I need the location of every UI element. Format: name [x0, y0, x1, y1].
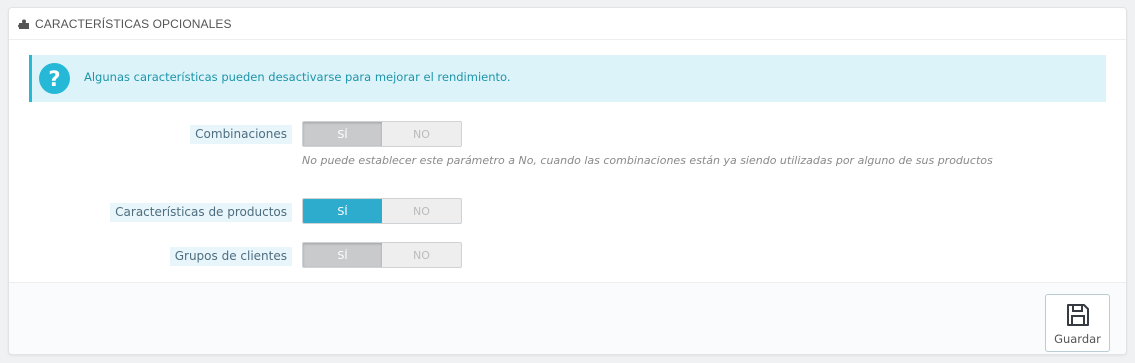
- toggle-customer-groups[interactable]: SÍ NO: [302, 242, 462, 268]
- question-icon: ?: [39, 63, 70, 94]
- toggle-product-features[interactable]: SÍ NO: [302, 198, 462, 224]
- panel-title: CARACTERÍSTICAS OPCIONALES: [35, 16, 232, 31]
- option-label-customer-groups: Grupos de clientes: [169, 247, 292, 266]
- info-alert: ? Algunas características pueden desacti…: [29, 55, 1106, 102]
- panel-footer: Guardar: [9, 282, 1126, 354]
- toggle-product-features-yes[interactable]: SÍ: [303, 199, 382, 223]
- save-button-label: Guardar: [1054, 332, 1101, 346]
- optional-features-panel: CARACTERÍSTICAS OPCIONALES ? Algunas car…: [8, 7, 1127, 355]
- puzzle-icon: [18, 18, 30, 30]
- toggle-combinations[interactable]: SÍ NO: [302, 121, 462, 147]
- toggle-customer-groups-no[interactable]: NO: [382, 243, 461, 267]
- toggle-combinations-no[interactable]: NO: [382, 122, 461, 146]
- save-icon: [1065, 302, 1091, 328]
- combinations-help-text: No puede establecer este parámetro a No,…: [302, 154, 993, 167]
- toggle-customer-groups-yes[interactable]: SÍ: [303, 243, 382, 267]
- toggle-product-features-no[interactable]: NO: [382, 199, 461, 223]
- toggle-combinations-yes[interactable]: SÍ: [303, 122, 382, 146]
- option-label-product-features: Características de productos: [110, 203, 292, 222]
- option-label-combinations: Combinaciones: [190, 125, 292, 144]
- panel-heading: CARACTERÍSTICAS OPCIONALES: [9, 8, 1126, 40]
- save-button[interactable]: Guardar: [1045, 294, 1110, 352]
- alert-message: Algunas características pueden desactiva…: [84, 70, 511, 84]
